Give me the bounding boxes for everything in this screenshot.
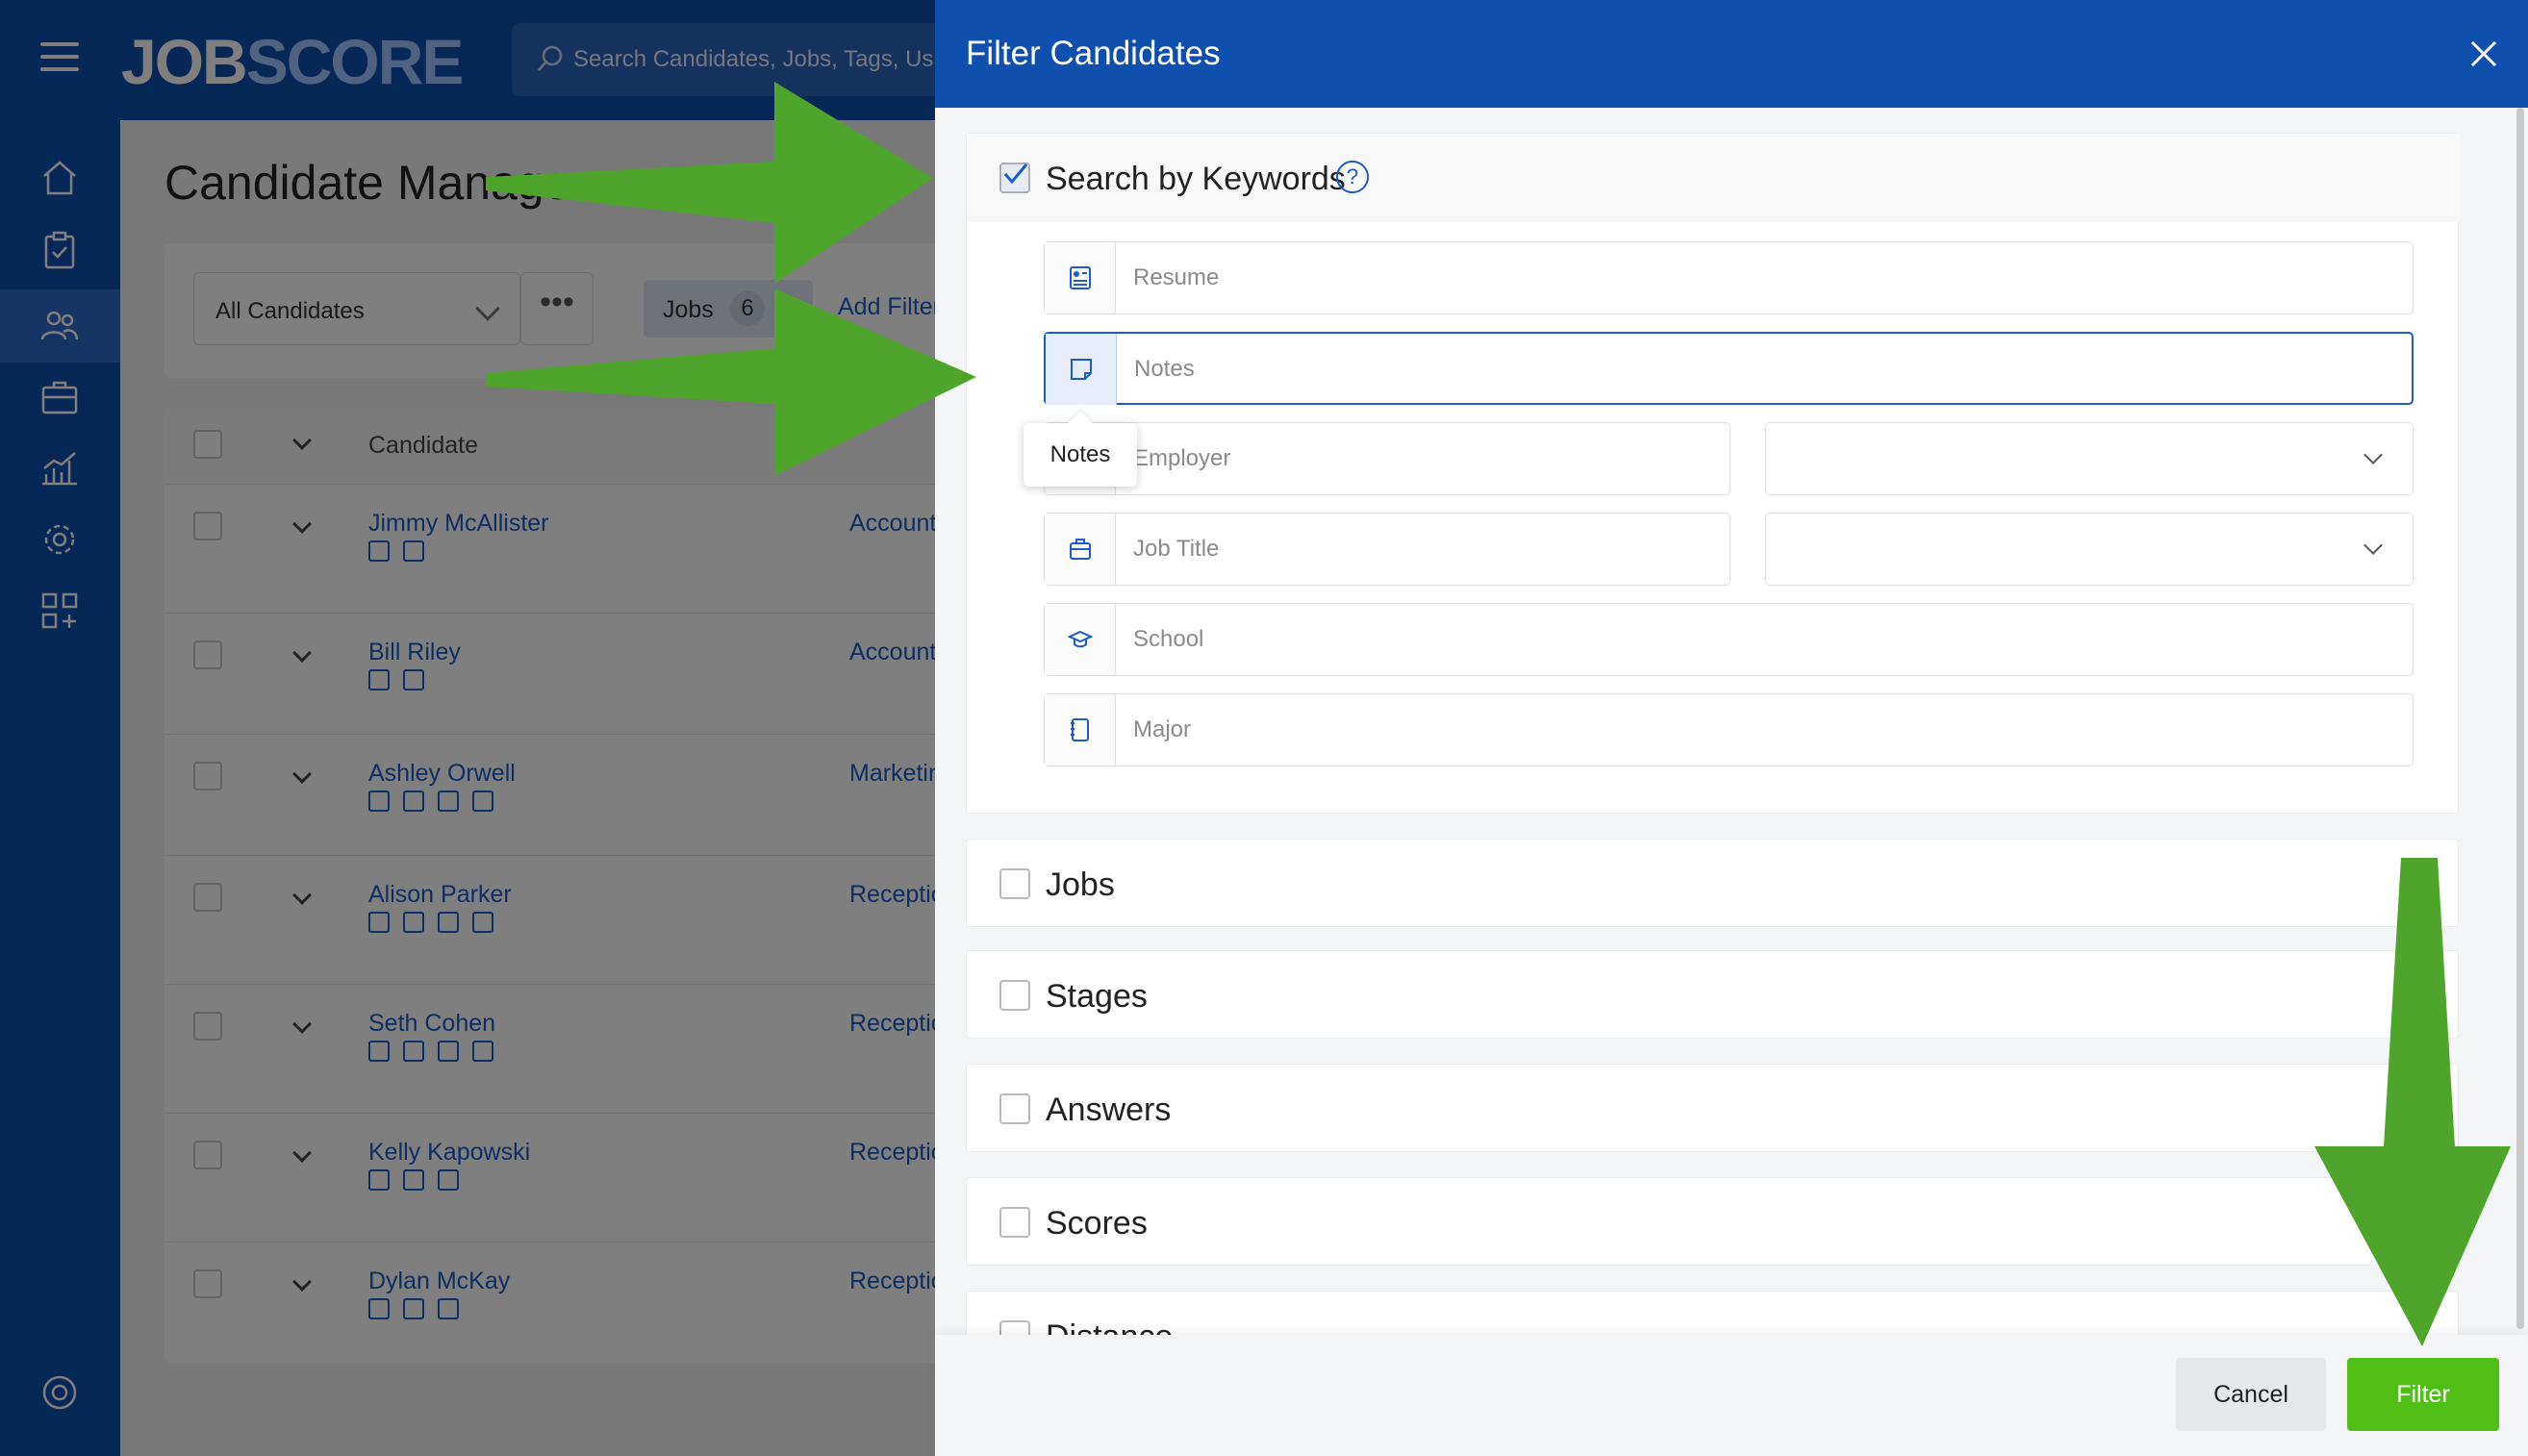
- chevron-down-icon: [2364, 445, 2383, 464]
- panel-footer: Cancel Filter: [935, 1335, 2528, 1456]
- scrollbar-thumb[interactable]: [2516, 108, 2524, 1329]
- graduation-cap-icon: [1045, 604, 1116, 675]
- search-by-keywords-label: Search by Keywords: [1046, 161, 1346, 197]
- distance-section-label: Distance: [1046, 1318, 1173, 1335]
- distance-checkbox[interactable]: [999, 1320, 1030, 1335]
- job-title-field: [1044, 513, 1731, 586]
- close-icon[interactable]: [2463, 33, 2505, 75]
- scores-section[interactable]: Scores: [966, 1177, 2459, 1266]
- stages-checkbox[interactable]: [999, 980, 1030, 1011]
- resume-input[interactable]: [1133, 258, 2384, 298]
- resume-field: [1044, 241, 2414, 314]
- resume-icon: [1045, 242, 1116, 314]
- answers-section[interactable]: Answers: [966, 1064, 2459, 1152]
- help-question-icon[interactable]: ?: [1336, 161, 1369, 193]
- jobs-checkbox[interactable]: [999, 868, 1030, 899]
- chevron-down-icon: [2364, 536, 2383, 555]
- search-by-keywords-checkbox[interactable]: [999, 163, 1030, 193]
- scores-checkbox[interactable]: [999, 1207, 1030, 1238]
- major-field: [1044, 693, 2414, 766]
- school-field: [1044, 603, 2414, 676]
- school-input[interactable]: [1133, 619, 2384, 660]
- distance-section[interactable]: Distance: [966, 1291, 2459, 1335]
- cancel-button[interactable]: Cancel: [2176, 1358, 2326, 1431]
- employer-field: [1044, 422, 1731, 495]
- notes-tooltip: Notes: [1024, 423, 1137, 487]
- major-input[interactable]: [1133, 710, 2384, 750]
- employer-scope-select[interactable]: [1765, 422, 2414, 495]
- keywords-section-header: Search by Keywords ?: [967, 134, 2460, 222]
- panel-title: Filter Candidates: [966, 35, 1221, 72]
- panel-header: Filter Candidates: [935, 0, 2528, 108]
- scores-section-label: Scores: [1046, 1205, 1148, 1242]
- panel-scrollbar[interactable]: [2516, 108, 2524, 1335]
- notes-field: [1044, 332, 2414, 405]
- filter-candidates-panel: Filter Candidates Search by Keywords ? R…: [935, 0, 2528, 1456]
- jobs-section[interactable]: Jobs: [966, 839, 2459, 927]
- briefcase-icon: [1045, 514, 1116, 585]
- notes-icon: [1046, 334, 1117, 405]
- panel-body: Search by Keywords ? Resume Notes Employ…: [935, 108, 2528, 1335]
- job-title-input[interactable]: [1133, 529, 1710, 569]
- jobs-section-label: Jobs: [1046, 866, 1115, 903]
- employer-input[interactable]: [1133, 439, 1710, 479]
- modal-backdrop[interactable]: [0, 0, 935, 1456]
- checkmark-icon: [1003, 163, 1028, 185]
- answers-section-label: Answers: [1046, 1092, 1172, 1128]
- job-title-scope-select[interactable]: [1765, 513, 2414, 586]
- stages-section[interactable]: Stages: [966, 950, 2459, 1039]
- filter-button[interactable]: Filter: [2347, 1358, 2499, 1431]
- keywords-section: Search by Keywords ?: [966, 133, 2460, 814]
- notebook-icon: [1045, 694, 1116, 766]
- stages-section-label: Stages: [1046, 978, 1148, 1015]
- answers-checkbox[interactable]: [999, 1093, 1030, 1124]
- notes-input[interactable]: [1134, 349, 2385, 389]
